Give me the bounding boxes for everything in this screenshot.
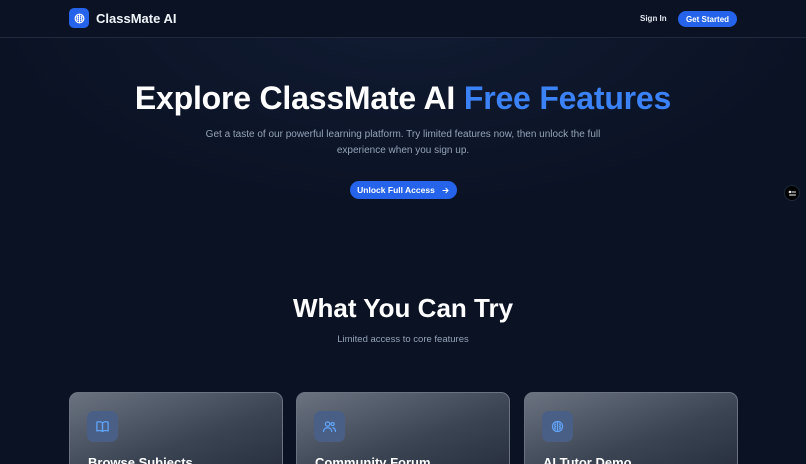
card-title: Browse Subjects	[88, 455, 193, 464]
feature-card-browse-subjects[interactable]: Browse Subjects	[69, 392, 283, 464]
brand[interactable]: ClassMate AI	[69, 8, 176, 28]
top-navbar: ClassMate AI Sign In Get Started	[0, 0, 806, 38]
section-title: What You Can Try	[292, 293, 514, 323]
hero-subtitle: Get a taste of our powerful learning pla…	[205, 129, 601, 156]
users-icon	[314, 411, 345, 442]
card-title: Community Forum	[315, 455, 431, 464]
side-menu-widget[interactable]	[784, 185, 800, 201]
section-subtitle: Limited access to core features	[337, 334, 469, 345]
feature-card-community-forum[interactable]: Community Forum	[296, 392, 510, 464]
unlock-full-access-button[interactable]: Unlock Full Access	[350, 181, 457, 199]
arrow-right-icon	[442, 187, 449, 193]
brand-name: ClassMate AI	[96, 10, 177, 26]
brain-logo-icon	[69, 8, 89, 28]
brain-icon	[542, 411, 573, 442]
book-icon	[87, 411, 118, 442]
sign-in-link[interactable]: Sign In	[640, 14, 667, 23]
feature-card-ai-tutor-demo[interactable]: AI Tutor Demo	[524, 392, 738, 464]
get-started-button[interactable]: Get Started	[678, 11, 737, 27]
hero-title-main: Explore ClassMate AI	[134, 80, 456, 116]
hero-title: Explore ClassMate AI Free Features	[0, 80, 806, 117]
hero-title-accent: Free Features	[463, 80, 672, 116]
cta-label: Unlock Full Access	[357, 185, 435, 195]
card-title: AI Tutor Demo	[543, 455, 632, 464]
list-icon	[788, 190, 796, 195]
